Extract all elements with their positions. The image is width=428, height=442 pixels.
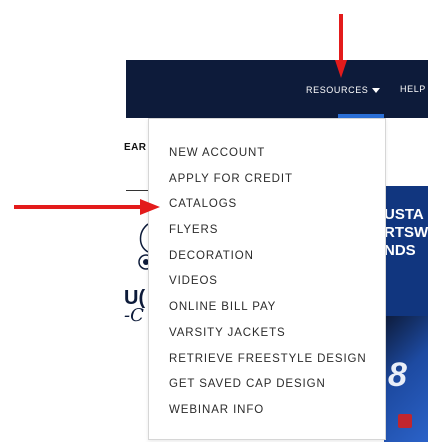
- promo-line-2: RTSW: [384, 224, 428, 241]
- nav-help-menu[interactable]: HELP: [400, 84, 426, 96]
- background-script-fragment: -C: [124, 305, 144, 326]
- menu-item-new-account[interactable]: NEW ACCOUNT: [169, 144, 367, 170]
- promo-jersey-number: 8: [388, 356, 407, 394]
- menu-item-videos[interactable]: VIDEOS: [169, 272, 367, 298]
- promo-accent: [398, 414, 412, 428]
- menu-item-retrieve-freestyle-design[interactable]: RETRIEVE FREESTYLE DESIGN: [169, 350, 367, 376]
- promo-line-1: USTA: [384, 206, 424, 223]
- menu-item-decoration[interactable]: DECORATION: [169, 247, 367, 273]
- menu-item-apply-for-credit[interactable]: APPLY FOR CREDIT: [169, 170, 367, 196]
- dropdown-list: NEW ACCOUNT APPLY FOR CREDIT CATALOGS FL…: [169, 144, 367, 427]
- menu-item-webinar-info[interactable]: WEBINAR INFO: [169, 401, 367, 427]
- menu-item-catalogs[interactable]: CATALOGS: [169, 195, 367, 221]
- promo-line-3: NDS: [384, 242, 416, 259]
- background-divider: [126, 190, 150, 191]
- promo-banner[interactable]: USTA RTSW NDS 8: [384, 186, 428, 442]
- background-heading-fragment: EAR: [124, 142, 147, 153]
- caret-down-icon: [372, 87, 381, 93]
- resources-dropdown-menu: NEW ACCOUNT APPLY FOR CREDIT CATALOGS FL…: [148, 118, 386, 440]
- top-navbar: [126, 60, 428, 118]
- menu-item-online-bill-pay[interactable]: ONLINE BILL PAY: [169, 298, 367, 324]
- menu-item-varsity-jackets[interactable]: VARSITY JACKETS: [169, 324, 367, 350]
- nav-resources-menu[interactable]: RESOURCES: [306, 84, 381, 96]
- menu-item-get-saved-cap-design[interactable]: GET SAVED CAP DESIGN: [169, 375, 367, 401]
- nav-resources-label: RESOURCES: [306, 85, 369, 95]
- menu-item-flyers[interactable]: FLYERS: [169, 221, 367, 247]
- arrow-right-icon: [14, 199, 160, 215]
- arrow-down-icon: [335, 14, 347, 78]
